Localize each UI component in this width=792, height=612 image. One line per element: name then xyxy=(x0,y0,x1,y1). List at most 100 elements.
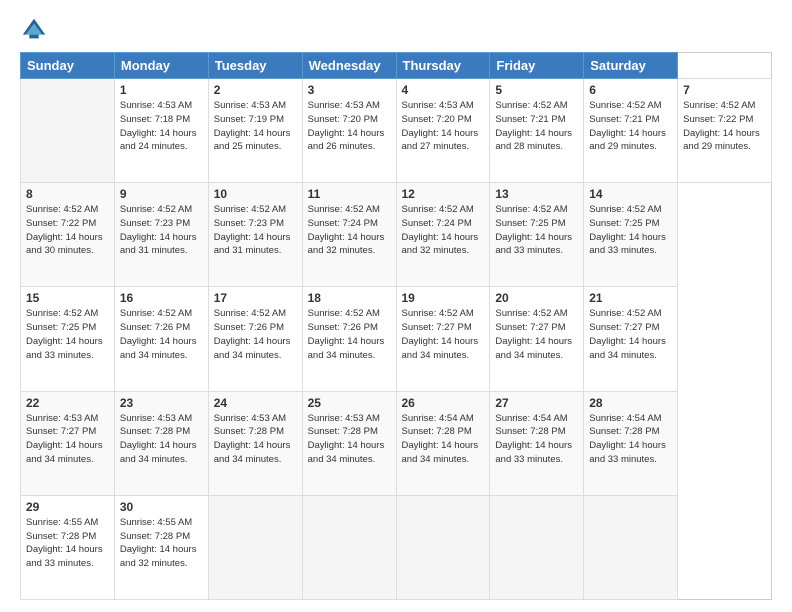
day-cell-23: 23 Sunrise: 4:53 AMSunset: 7:28 PMDayligh… xyxy=(114,391,208,495)
day-number: 3 xyxy=(308,83,391,97)
day-cell-25: 25 Sunrise: 4:53 AMSunset: 7:28 PMDayligh… xyxy=(302,391,396,495)
calendar-week-1: 1 Sunrise: 4:53 AMSunset: 7:18 PMDaylight… xyxy=(21,79,772,183)
day-cell-3: 3 Sunrise: 4:53 AMSunset: 7:20 PMDaylight… xyxy=(302,79,396,183)
day-cell-12: 12Sunrise: 4:52 AMSunset: 7:24 PMDayligh… xyxy=(396,183,490,287)
calendar-week-3: 15Sunrise: 4:52 AMSunset: 7:25 PMDayligh… xyxy=(21,287,772,391)
day-number: 18 xyxy=(308,291,391,305)
day-cell-18: 18 Sunrise: 4:52 AMSunset: 7:26 PMDayligh… xyxy=(302,287,396,391)
day-info: Sunrise: 4:53 AMSunset: 7:28 PMDaylight:… xyxy=(120,412,203,467)
day-number: 26 xyxy=(402,396,485,410)
empty-cell xyxy=(490,495,584,599)
day-cell-28: 28 Sunrise: 4:54 AMSunset: 7:28 PMDayligh… xyxy=(584,391,678,495)
day-number: 13 xyxy=(495,187,578,201)
col-header-wednesday: Wednesday xyxy=(302,53,396,79)
col-header-thursday: Thursday xyxy=(396,53,490,79)
day-info: Sunrise: 4:52 AMSunset: 7:24 PMDaylight:… xyxy=(308,203,391,258)
day-number: 7 xyxy=(683,83,766,97)
calendar-table: SundayMondayTuesdayWednesdayThursdayFrid… xyxy=(20,52,772,600)
day-cell-6: 6Sunrise: 4:52 AMSunset: 7:21 PMDaylight… xyxy=(584,79,678,183)
day-info: Sunrise: 4:53 AMSunset: 7:19 PMDaylight:… xyxy=(214,99,297,154)
day-info: Sunrise: 4:52 AMSunset: 7:27 PMDaylight:… xyxy=(402,307,485,362)
col-header-sunday: Sunday xyxy=(21,53,115,79)
day-number: 10 xyxy=(214,187,297,201)
day-info: Sunrise: 4:52 AMSunset: 7:25 PMDaylight:… xyxy=(589,203,672,258)
day-number: 2 xyxy=(214,83,297,97)
day-info: Sunrise: 4:53 AMSunset: 7:20 PMDaylight:… xyxy=(402,99,485,154)
day-number: 15 xyxy=(26,291,109,305)
day-number: 1 xyxy=(120,83,203,97)
calendar-week-5: 29 Sunrise: 4:55 AMSunset: 7:28 PMDayligh… xyxy=(21,495,772,599)
day-cell-19: 19 Sunrise: 4:52 AMSunset: 7:27 PMDayligh… xyxy=(396,287,490,391)
day-cell-8: 8 Sunrise: 4:52 AMSunset: 7:22 PMDaylight… xyxy=(21,183,115,287)
empty-cell xyxy=(21,79,115,183)
day-cell-7: 7 Sunrise: 4:52 AMSunset: 7:22 PMDaylight… xyxy=(678,79,772,183)
day-cell-5: 5 Sunrise: 4:52 AMSunset: 7:21 PMDaylight… xyxy=(490,79,584,183)
day-number: 16 xyxy=(120,291,203,305)
day-info: Sunrise: 4:54 AMSunset: 7:28 PMDaylight:… xyxy=(402,412,485,467)
day-number: 14 xyxy=(589,187,672,201)
day-info: Sunrise: 4:55 AMSunset: 7:28 PMDaylight:… xyxy=(26,516,109,571)
header xyxy=(20,16,772,44)
day-number: 5 xyxy=(495,83,578,97)
day-cell-10: 10 Sunrise: 4:52 AMSunset: 7:23 PMDayligh… xyxy=(208,183,302,287)
day-number: 25 xyxy=(308,396,391,410)
day-cell-15: 15Sunrise: 4:52 AMSunset: 7:25 PMDayligh… xyxy=(21,287,115,391)
calendar-week-2: 8 Sunrise: 4:52 AMSunset: 7:22 PMDaylight… xyxy=(21,183,772,287)
day-number: 22 xyxy=(26,396,109,410)
day-number: 20 xyxy=(495,291,578,305)
day-number: 23 xyxy=(120,396,203,410)
day-cell-9: 9 Sunrise: 4:52 AMSunset: 7:23 PMDaylight… xyxy=(114,183,208,287)
day-info: Sunrise: 4:52 AMSunset: 7:22 PMDaylight:… xyxy=(26,203,109,258)
day-info: Sunrise: 4:52 AMSunset: 7:22 PMDaylight:… xyxy=(683,99,766,154)
empty-cell xyxy=(396,495,490,599)
day-cell-16: 16 Sunrise: 4:52 AMSunset: 7:26 PMDayligh… xyxy=(114,287,208,391)
empty-cell xyxy=(208,495,302,599)
day-number: 24 xyxy=(214,396,297,410)
day-info: Sunrise: 4:52 AMSunset: 7:26 PMDaylight:… xyxy=(120,307,203,362)
day-number: 12 xyxy=(402,187,485,201)
day-info: Sunrise: 4:52 AMSunset: 7:23 PMDaylight:… xyxy=(214,203,297,258)
day-cell-27: 27 Sunrise: 4:54 AMSunset: 7:28 PMDayligh… xyxy=(490,391,584,495)
day-cell-24: 24 Sunrise: 4:53 AMSunset: 7:28 PMDayligh… xyxy=(208,391,302,495)
day-info: Sunrise: 4:52 AMSunset: 7:27 PMDaylight:… xyxy=(589,307,672,362)
logo xyxy=(20,16,52,44)
day-number: 4 xyxy=(402,83,485,97)
col-header-monday: Monday xyxy=(114,53,208,79)
day-info: Sunrise: 4:53 AMSunset: 7:28 PMDaylight:… xyxy=(308,412,391,467)
day-info: Sunrise: 4:53 AMSunset: 7:28 PMDaylight:… xyxy=(214,412,297,467)
day-cell-1: 1 Sunrise: 4:53 AMSunset: 7:18 PMDaylight… xyxy=(114,79,208,183)
day-cell-13: 13 Sunrise: 4:52 AMSunset: 7:25 PMDayligh… xyxy=(490,183,584,287)
day-info: Sunrise: 4:55 AMSunset: 7:28 PMDaylight:… xyxy=(120,516,203,571)
day-number: 19 xyxy=(402,291,485,305)
day-number: 9 xyxy=(120,187,203,201)
calendar-week-4: 22 Sunrise: 4:53 AMSunset: 7:27 PMDayligh… xyxy=(21,391,772,495)
day-info: Sunrise: 4:52 AMSunset: 7:21 PMDaylight:… xyxy=(495,99,578,154)
empty-cell xyxy=(584,495,678,599)
day-info: Sunrise: 4:53 AMSunset: 7:27 PMDaylight:… xyxy=(26,412,109,467)
day-cell-17: 17Sunrise: 4:52 AMSunset: 7:26 PMDayligh… xyxy=(208,287,302,391)
day-number: 27 xyxy=(495,396,578,410)
day-number: 28 xyxy=(589,396,672,410)
day-info: Sunrise: 4:52 AMSunset: 7:23 PMDaylight:… xyxy=(120,203,203,258)
day-cell-21: 21Sunrise: 4:52 AMSunset: 7:27 PMDayligh… xyxy=(584,287,678,391)
day-info: Sunrise: 4:53 AMSunset: 7:18 PMDaylight:… xyxy=(120,99,203,154)
day-info: Sunrise: 4:54 AMSunset: 7:28 PMDaylight:… xyxy=(495,412,578,467)
day-number: 29 xyxy=(26,500,109,514)
day-cell-22: 22 Sunrise: 4:53 AMSunset: 7:27 PMDayligh… xyxy=(21,391,115,495)
day-cell-29: 29 Sunrise: 4:55 AMSunset: 7:28 PMDayligh… xyxy=(21,495,115,599)
day-info: Sunrise: 4:53 AMSunset: 7:20 PMDaylight:… xyxy=(308,99,391,154)
day-cell-4: 4 Sunrise: 4:53 AMSunset: 7:20 PMDaylight… xyxy=(396,79,490,183)
day-info: Sunrise: 4:52 AMSunset: 7:26 PMDaylight:… xyxy=(308,307,391,362)
logo-icon xyxy=(20,16,48,44)
day-cell-2: 2 Sunrise: 4:53 AMSunset: 7:19 PMDaylight… xyxy=(208,79,302,183)
day-info: Sunrise: 4:54 AMSunset: 7:28 PMDaylight:… xyxy=(589,412,672,467)
day-cell-14: 14 Sunrise: 4:52 AMSunset: 7:25 PMDayligh… xyxy=(584,183,678,287)
day-number: 30 xyxy=(120,500,203,514)
day-number: 6 xyxy=(589,83,672,97)
day-info: Sunrise: 4:52 AMSunset: 7:26 PMDaylight:… xyxy=(214,307,297,362)
day-number: 8 xyxy=(26,187,109,201)
day-info: Sunrise: 4:52 AMSunset: 7:25 PMDaylight:… xyxy=(495,203,578,258)
col-header-saturday: Saturday xyxy=(584,53,678,79)
empty-cell xyxy=(302,495,396,599)
day-cell-30: 30 Sunrise: 4:55 AMSunset: 7:28 PMDayligh… xyxy=(114,495,208,599)
